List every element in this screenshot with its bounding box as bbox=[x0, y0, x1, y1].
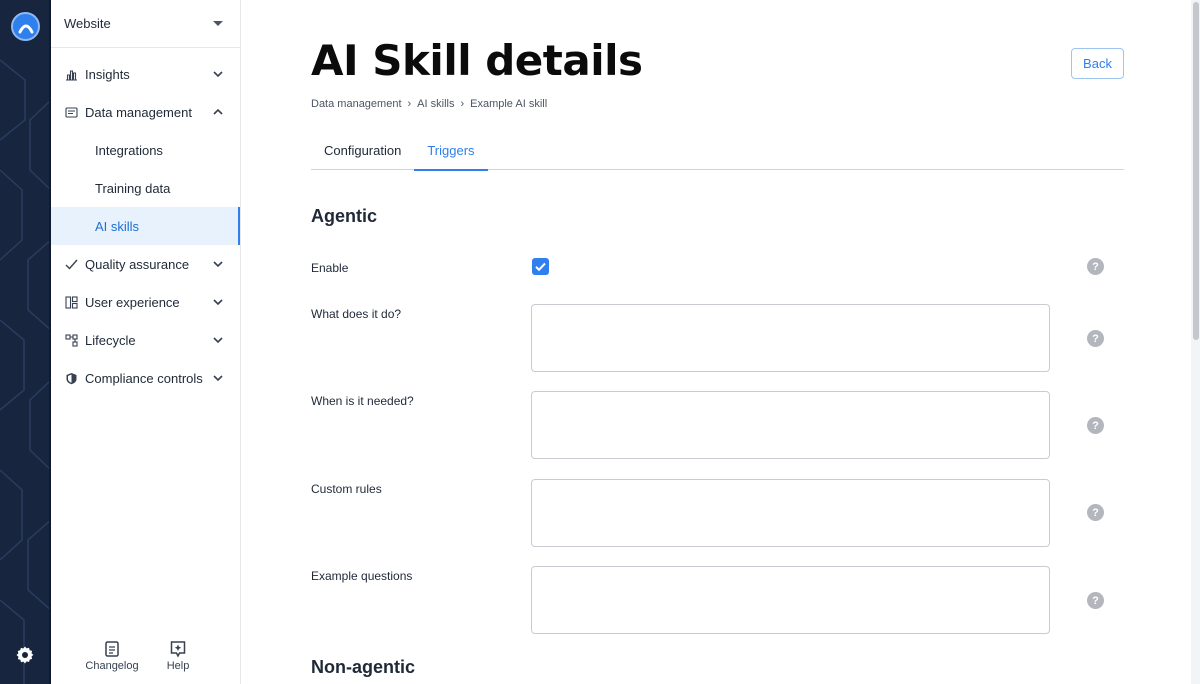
breadcrumb-separator: › bbox=[407, 98, 412, 110]
back-button[interactable]: Back bbox=[1071, 48, 1124, 79]
sidebar-subitem-integrations[interactable]: Integrations bbox=[51, 131, 240, 169]
sidebar-item-label: Compliance controls bbox=[85, 370, 203, 386]
breadcrumb-item[interactable]: Data management bbox=[311, 98, 402, 110]
sidebar-subitem-training-data[interactable]: Training data bbox=[51, 169, 240, 207]
sidebar-subitem-ai-skills[interactable]: AI skills bbox=[51, 207, 240, 245]
field-label: Example questions bbox=[311, 569, 413, 583]
logo-icon bbox=[18, 24, 33, 33]
app-rail bbox=[0, 0, 51, 684]
sidebar-item-compliance-controls[interactable]: Compliance controls bbox=[51, 359, 240, 397]
sidebar-item-label: Insights bbox=[85, 66, 130, 82]
page-title: AI Skill details bbox=[311, 36, 643, 85]
changelog-label: Changelog bbox=[85, 660, 139, 672]
breadcrumb-separator: › bbox=[460, 98, 465, 110]
sidebar-item-label: User experience bbox=[85, 294, 180, 310]
non-agentic-heading: Non-agentic bbox=[311, 657, 416, 677]
scrollbar-thumb[interactable] bbox=[1193, 2, 1199, 340]
sidebar-item-insights[interactable]: Insights bbox=[51, 55, 240, 93]
sidebar-item-label: Data management bbox=[85, 104, 192, 120]
sidebar-item-label: Quality assurance bbox=[85, 256, 190, 272]
custom-rules-help-icon[interactable]: ? bbox=[1087, 504, 1104, 521]
sidebar: Website Insights Data management Integra… bbox=[51, 0, 241, 684]
check-icon bbox=[64, 257, 78, 271]
enable-help-icon[interactable]: ? bbox=[1087, 258, 1104, 275]
flow-icon bbox=[64, 333, 78, 347]
chevron-down-icon bbox=[213, 261, 223, 268]
checkmark-icon bbox=[535, 262, 546, 272]
workspace-selector[interactable]: Website bbox=[51, 0, 240, 48]
sparkle-help-icon bbox=[170, 641, 186, 658]
gear-icon[interactable] bbox=[15, 645, 35, 665]
field-label: Custom rules bbox=[311, 482, 382, 496]
layout-icon bbox=[64, 295, 78, 309]
tab-configuration[interactable]: Configuration bbox=[311, 131, 414, 170]
enable-checkbox[interactable] bbox=[532, 258, 549, 275]
enable-label: Enable bbox=[311, 261, 349, 275]
sidebar-item-quality-assurance[interactable]: Quality assurance bbox=[51, 245, 240, 283]
chevron-up-icon bbox=[213, 108, 223, 115]
chevron-down-icon bbox=[213, 299, 223, 306]
sidebar-item-data-management[interactable]: Data management bbox=[51, 93, 240, 131]
hexagon-pattern bbox=[0, 59, 51, 684]
what-does-it-do-help-icon[interactable]: ? bbox=[1087, 330, 1104, 347]
field-label: When is it needed? bbox=[311, 394, 414, 408]
database-icon bbox=[64, 105, 78, 119]
when-is-it-needed-field[interactable] bbox=[531, 391, 1050, 459]
help-label: Help bbox=[166, 660, 190, 672]
example-questions-help-icon[interactable]: ? bbox=[1087, 592, 1104, 609]
breadcrumb: Data management › AI skills › Example AI… bbox=[311, 98, 547, 110]
shield-icon bbox=[64, 371, 78, 385]
help-button[interactable]: Help bbox=[148, 640, 208, 672]
app-logo[interactable] bbox=[11, 12, 40, 41]
sidebar-item-label: Lifecycle bbox=[85, 332, 136, 348]
breadcrumb-item[interactable]: AI skills bbox=[417, 98, 454, 110]
tab-bar: Configuration Triggers bbox=[311, 131, 1124, 171]
chevron-down-icon bbox=[213, 71, 223, 78]
custom-rules-field[interactable] bbox=[531, 479, 1050, 547]
example-questions-field[interactable] bbox=[531, 566, 1050, 634]
agentic-heading: Agentic bbox=[311, 206, 378, 226]
bar-chart-icon bbox=[64, 67, 78, 81]
what-does-it-do-field[interactable] bbox=[531, 304, 1050, 372]
tab-triggers[interactable]: Triggers bbox=[414, 131, 488, 171]
document-icon bbox=[105, 641, 119, 657]
caret-down-icon bbox=[213, 21, 223, 26]
main-content: AI Skill details Back Data management › … bbox=[241, 0, 1191, 684]
breadcrumb-current: Example AI skill bbox=[470, 98, 548, 110]
field-label: What does it do? bbox=[311, 307, 402, 321]
changelog-button[interactable]: Changelog bbox=[82, 640, 142, 672]
workspace-label: Website bbox=[64, 16, 111, 31]
chevron-down-icon bbox=[213, 375, 223, 382]
when-is-it-needed-help-icon[interactable]: ? bbox=[1087, 417, 1104, 434]
chevron-down-icon bbox=[213, 337, 223, 344]
sidebar-item-user-experience[interactable]: User experience bbox=[51, 283, 240, 321]
sidebar-footer: Changelog Help bbox=[51, 640, 241, 684]
sidebar-item-lifecycle[interactable]: Lifecycle bbox=[51, 321, 240, 359]
